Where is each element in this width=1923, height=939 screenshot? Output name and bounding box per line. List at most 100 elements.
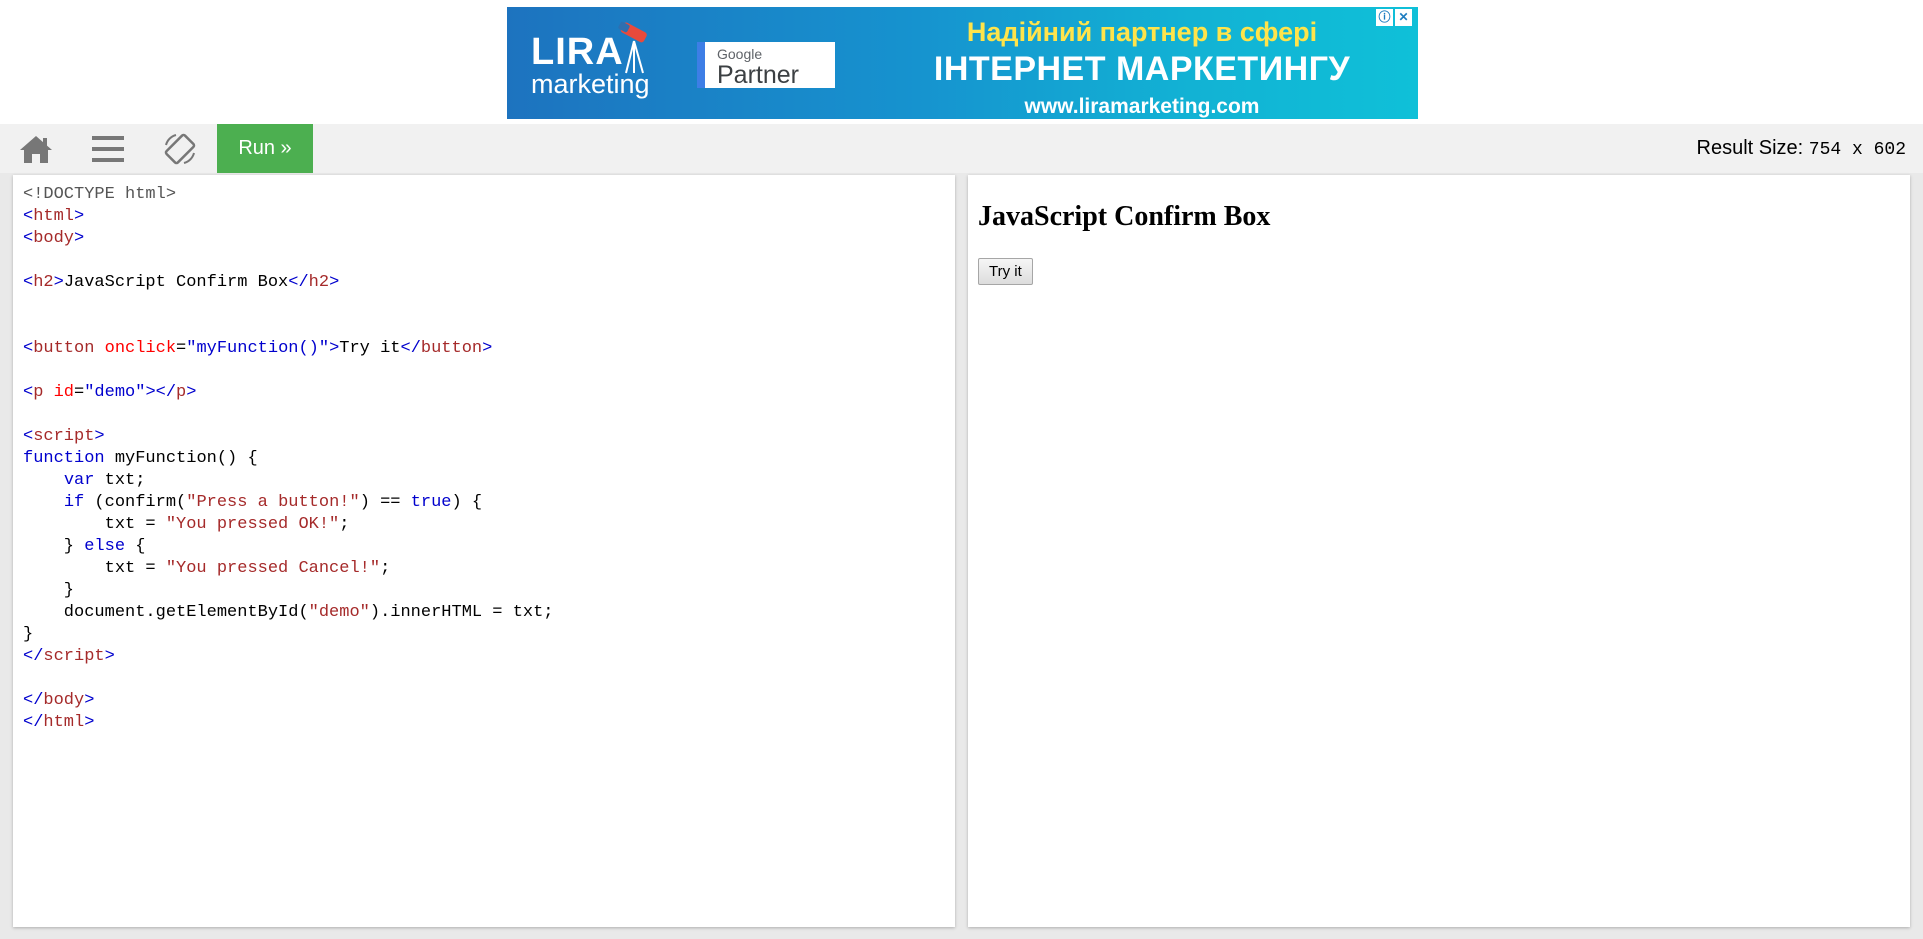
home-button[interactable]	[12, 124, 60, 173]
code-token: body	[33, 229, 75, 248]
code-token: </	[23, 713, 44, 732]
code-token: html	[43, 713, 85, 732]
code-line: </html>	[23, 712, 955, 734]
result-heading: JavaScript Confirm Box	[978, 201, 1271, 232]
google-wordmark: Google	[717, 46, 763, 62]
code-token: body	[43, 691, 85, 710]
toolbar: Run » Result Size: 754 x 602	[0, 124, 1923, 173]
code-token: >	[74, 207, 85, 226]
code-token: button	[420, 339, 483, 358]
ad-url: www.liramarketing.com	[1024, 95, 1260, 118]
code-token: txt =	[23, 559, 166, 578]
code-line: var txt;	[23, 470, 955, 492]
code-token: </	[23, 647, 44, 666]
code-token: <	[23, 273, 34, 292]
code-line: document.getElementById("demo").innerHTM…	[23, 602, 955, 624]
code-token: <	[23, 339, 34, 358]
code-token: =	[74, 383, 85, 402]
partner-label: Partner	[717, 61, 799, 89]
code-token: true	[410, 493, 452, 512]
ad-close-icon[interactable]: ✕	[1395, 9, 1412, 26]
try-it-button[interactable]: Try it	[978, 258, 1033, 285]
code-line: }	[23, 580, 955, 602]
code-line: <h2>JavaScript Confirm Box</h2>	[23, 272, 955, 294]
code-token: ) {	[451, 493, 483, 512]
menu-icon	[92, 135, 124, 162]
code-token: >	[186, 383, 197, 402]
code-token: ></	[145, 383, 177, 402]
code-token: ).innerHTML = txt;	[369, 603, 554, 622]
code-token: <	[23, 207, 34, 226]
code-content[interactable]: <!DOCTYPE html> <html> <body> <h2>JavaScrip…	[13, 175, 955, 734]
code-token: >	[84, 713, 95, 732]
code-line: <button onclick="myFunction()">Try it</b…	[23, 338, 955, 360]
result-size-label: Result Size:	[1696, 137, 1804, 159]
code-token: >	[84, 691, 95, 710]
code-line: txt = "You pressed OK!";	[23, 514, 955, 536]
code-line: </body>	[23, 690, 955, 712]
code-line: <body>	[23, 228, 955, 250]
code-token: =	[176, 339, 187, 358]
code-token: }	[23, 581, 75, 600]
code-token: "myFunction()"	[186, 339, 330, 358]
code-token: "You pressed Cancel!"	[165, 559, 381, 578]
code-line: if (confirm("Press a button!") == true) …	[23, 492, 955, 514]
code-token: else	[84, 537, 126, 556]
code-token: "You pressed OK!"	[165, 515, 340, 534]
code-line: <p id="demo"></p>	[23, 382, 955, 404]
code-token: >	[104, 647, 115, 666]
ad-banner[interactable]: ⓘ ✕ LIRA marketing Google Partner Надійн…	[507, 7, 1418, 119]
code-token: var	[63, 471, 95, 490]
code-token: "demo"	[84, 383, 146, 402]
code-token: onclick	[104, 339, 177, 358]
code-token: "Press a button!"	[186, 493, 360, 512]
code-line: </script>	[23, 646, 955, 668]
result-size: Result Size: 754 x 602	[1697, 124, 1907, 173]
code-editor[interactable]: <!DOCTYPE html> <html> <body> <h2>JavaScrip…	[13, 175, 955, 927]
ad-headline: Надійний партнер в сфері ІНТЕРНЕТ МАРКЕТ…	[887, 17, 1397, 119]
code-token: document.getElementById(	[23, 603, 309, 622]
code-token: h2	[33, 273, 54, 292]
code-token: h2	[308, 273, 330, 292]
google-partner-badge: Google Partner	[697, 42, 835, 89]
code-token: p	[33, 383, 44, 402]
code-line: <!DOCTYPE html>	[23, 184, 955, 206]
code-token: >	[94, 427, 105, 446]
run-button[interactable]: Run »	[217, 124, 313, 173]
code-token: <!DOCTYPE html>	[23, 185, 177, 204]
code-line: <script>	[23, 426, 955, 448]
ad-headline-line1: Надійний партнер в сфері	[966, 17, 1318, 47]
code-token: myFunction() {	[104, 449, 258, 468]
code-token: >	[74, 229, 85, 248]
code-token: >	[329, 339, 340, 358]
code-token: (confirm(	[84, 493, 187, 512]
ad-area: ⓘ ✕ LIRA marketing Google Partner Надійн…	[0, 0, 1923, 124]
code-token: html	[33, 207, 75, 226]
code-token: script	[33, 427, 95, 446]
code-token: p	[176, 383, 187, 402]
rotate-button[interactable]	[156, 124, 204, 173]
code-line: <html>	[23, 206, 955, 228]
result-size-value: 754 x 602	[1808, 140, 1906, 160]
code-token: txt =	[23, 515, 166, 534]
code-token: {	[125, 537, 146, 556]
menu-button[interactable]	[84, 124, 132, 173]
code-token: function	[23, 449, 105, 468]
code-token: <	[23, 427, 34, 446]
code-token: >	[482, 339, 493, 358]
code-token: </	[400, 339, 421, 358]
telescope-icon	[618, 21, 647, 74]
code-token: }	[23, 537, 85, 556]
rotate-icon	[164, 133, 196, 164]
code-token: ;	[339, 515, 350, 534]
code-token: </	[288, 273, 309, 292]
code-token: txt;	[94, 471, 146, 490]
